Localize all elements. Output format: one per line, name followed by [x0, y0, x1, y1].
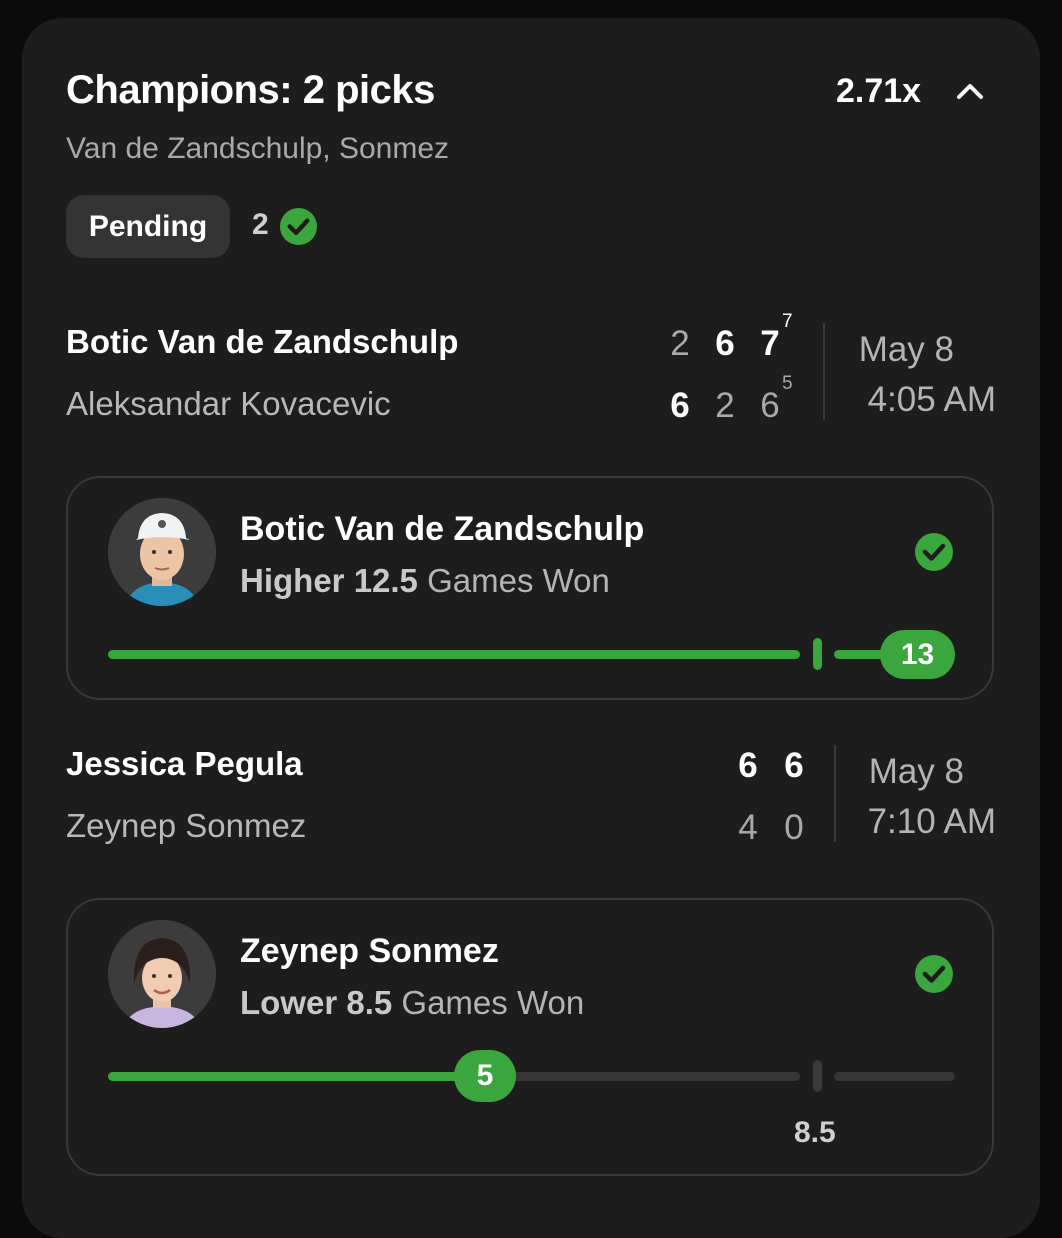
match-1-p2-tiebreak: 5 — [782, 373, 793, 394]
match-1-time: 4:05 AM — [867, 380, 996, 419]
pick-1-stat: Games Won — [427, 562, 610, 599]
payout-multiplier: 2.71x — [836, 72, 922, 110]
match-2-p1-set-2: 6 — [784, 746, 804, 785]
match-2-p2-set-1: 4 — [738, 808, 758, 847]
progress-fill — [108, 650, 800, 659]
pick-1-line: 12.5 — [353, 562, 418, 599]
pick-1-direction: Higher — [240, 562, 345, 599]
result-pill: 5 — [454, 1050, 516, 1102]
match-1-p1-set-2: 6 — [715, 324, 735, 363]
match-2-player-1: Jessica Pegula — [66, 745, 303, 782]
match-1-p1-tiebreak: 7 — [782, 311, 793, 332]
match-2-date: May 8 — [868, 752, 964, 791]
check-circle-icon — [915, 533, 953, 571]
match-1-p2-set-2: 2 — [715, 386, 735, 425]
pick-2-direction: Lower — [240, 984, 338, 1021]
line-marker — [813, 638, 822, 670]
pick-2-projection: Lower 8.5 Games Won — [240, 984, 584, 1022]
line-marker — [813, 1060, 822, 1092]
hits-count: 2 — [252, 208, 269, 241]
chevron-up-icon[interactable] — [952, 76, 988, 106]
line-value-label: 8.5 — [794, 1116, 836, 1149]
pick-2-player: Zeynep Sonmez — [240, 932, 499, 970]
pick-card-1[interactable]: Botic Van de Zandschulp Higher 12.5 Game… — [66, 476, 994, 700]
check-circle-icon — [915, 955, 953, 993]
match-1-p2-set-1: 6 — [670, 386, 690, 425]
pick-card-2[interactable]: Zeynep Sonmez Lower 8.5 Games Won 5 8.5 — [66, 898, 994, 1176]
match-1-player-1: Botic Van de Zandschulp — [66, 323, 459, 360]
pick-2-line: 8.5 — [346, 984, 393, 1021]
match-2-p2-set-2: 0 — [784, 808, 804, 847]
player-photo-1 — [108, 498, 216, 606]
progress-fill — [108, 1072, 468, 1081]
pick-2-stat: Games Won — [401, 984, 585, 1021]
entry-title: Champions: 2 picks — [66, 68, 435, 112]
match-2-p1-set-1: 6 — [738, 746, 758, 785]
match-1-player-2: Aleksandar Kovacevic — [66, 385, 391, 422]
match-1-p1-set-1: 2 — [670, 324, 690, 363]
avatar — [108, 920, 216, 1028]
match-2-time: 7:10 AM — [867, 802, 996, 841]
check-circle-icon — [279, 207, 318, 246]
pick-1-player: Botic Van de Zandschulp — [240, 510, 645, 548]
progress-track-extra — [834, 1072, 955, 1081]
status-badge: Pending — [66, 195, 230, 258]
pick-1-projection: Higher 12.5 Games Won — [240, 562, 610, 600]
avatar — [108, 498, 216, 606]
result-pill: 13 — [880, 630, 955, 679]
match-2-player-2: Zeynep Sonmez — [66, 807, 307, 844]
player-photo-2 — [108, 920, 216, 1028]
entry-subtitle: Van de Zandschulp, Sonmez — [66, 132, 450, 165]
match-1-date: May 8 — [858, 330, 954, 369]
